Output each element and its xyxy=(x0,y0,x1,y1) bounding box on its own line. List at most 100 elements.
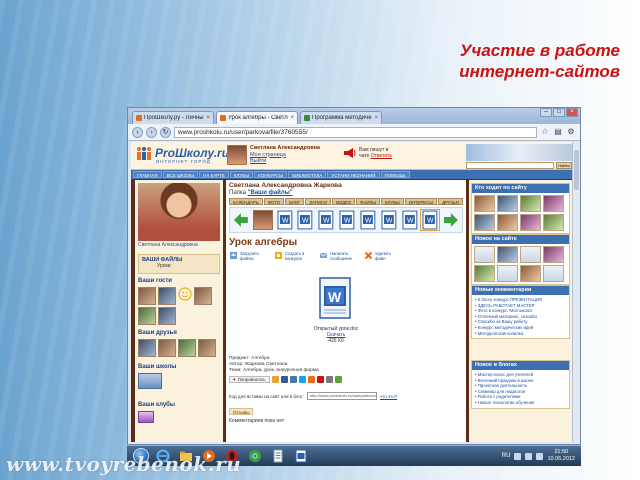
online-user-avatar[interactable] xyxy=(474,214,495,231)
window-close-icon[interactable]: × xyxy=(566,108,578,117)
profile-name[interactable]: Светлана Александровна xyxy=(138,242,198,248)
share-ok-icon[interactable] xyxy=(271,376,279,383)
taskbar-word-icon[interactable] xyxy=(292,448,310,464)
blog-link[interactable]: Новые технологии обучения xyxy=(475,400,566,406)
tab-video[interactable]: ВИДЕО xyxy=(332,198,356,205)
new-item-thumbnail[interactable] xyxy=(543,246,564,263)
guest-avatar[interactable] xyxy=(194,287,212,305)
tab-blog[interactable]: БЛОГ xyxy=(285,198,305,205)
online-user-avatar[interactable] xyxy=(497,214,518,231)
new-item-thumbnail[interactable] xyxy=(520,265,541,282)
site-logo[interactable]: ProШколу.ru xyxy=(135,146,229,160)
share-facebook-icon[interactable] xyxy=(280,376,288,383)
nav-item-clubs[interactable]: КЛУБЫ xyxy=(229,171,254,178)
reply-link[interactable]: Ответить xyxy=(371,153,392,159)
avatar[interactable] xyxy=(252,210,273,230)
close-icon[interactable]: × xyxy=(374,115,378,121)
tab-interests[interactable]: ИНТЕРЕСЫ xyxy=(404,198,438,205)
profile-photo[interactable] xyxy=(138,183,220,241)
tab-calendar[interactable]: КАЛЕНДАРЬ xyxy=(229,198,263,205)
word-document-icon[interactable]: W xyxy=(359,210,377,230)
minimize-icon[interactable]: – xyxy=(540,108,552,117)
word-document-icon[interactable]: W xyxy=(276,210,294,230)
tray-network-icon[interactable] xyxy=(525,452,533,460)
arrow-right-icon[interactable] xyxy=(442,211,460,229)
new-item-thumbnail[interactable] xyxy=(497,246,518,263)
browser-tab-1[interactable]: ПроШколу.ру - Личный блог × xyxy=(132,111,214,124)
new-item-thumbnail[interactable] xyxy=(543,265,564,282)
nav-item-contests[interactable]: КОНКУРСЫ xyxy=(254,171,288,178)
close-icon[interactable]: × xyxy=(206,115,210,121)
contest-action[interactable]: Создать в конкурсе xyxy=(274,251,309,261)
word-document-icon[interactable]: W xyxy=(338,210,356,230)
forward-arrow-icon[interactable]: › xyxy=(146,126,157,138)
share-mail-icon[interactable] xyxy=(307,376,315,383)
guest-avatar[interactable] xyxy=(138,287,156,305)
word-document-icon[interactable]: W xyxy=(296,210,314,230)
nav-item-schools[interactable]: ВСЕ ШКОЛЫ xyxy=(162,171,199,178)
online-user-avatar[interactable] xyxy=(474,195,495,212)
nav-item-ustanii[interactable]: УСТАНИ НЕЗНАНИЙ xyxy=(327,171,380,178)
new-item-thumbnail[interactable] xyxy=(520,246,541,263)
like-button[interactable]: ♥ Понравилось xyxy=(229,376,270,383)
tray-volume-icon[interactable] xyxy=(536,452,544,460)
nav-item-home[interactable]: ГЛАВНАЯ xyxy=(133,171,162,178)
club-icon[interactable] xyxy=(138,411,154,423)
back-arrow-icon[interactable]: ‹ xyxy=(132,126,143,138)
word-document-icon[interactable]: W xyxy=(380,210,398,230)
star-icon[interactable]: ☆ xyxy=(540,127,550,137)
system-clock[interactable]: 21:50 10.06.2012 xyxy=(547,449,575,463)
tab-photo[interactable]: ФОТО xyxy=(263,198,285,205)
school-building-icon[interactable] xyxy=(138,373,162,389)
tray-flag-icon[interactable] xyxy=(514,452,522,460)
new-item-thumbnail[interactable] xyxy=(474,246,495,263)
upload-files-action[interactable]: Загрузить файлы xyxy=(229,251,264,261)
folder-link[interactable]: "Ваши файлы" xyxy=(248,190,293,196)
new-item-thumbnail[interactable] xyxy=(474,265,495,282)
wrench-icon[interactable]: ⚙ xyxy=(566,127,576,137)
reviews-tab[interactable]: Отзывы xyxy=(229,408,254,415)
nav-item-library[interactable]: БИБЛИОТЕКА xyxy=(288,171,327,178)
url-input[interactable]: www.proshkolu.ru/user/parkova/file/37605… xyxy=(174,126,537,138)
share-twitter-icon[interactable] xyxy=(298,376,306,383)
new-item-thumbnail[interactable] xyxy=(497,265,518,282)
online-user-avatar[interactable] xyxy=(543,195,564,212)
online-user-avatar[interactable] xyxy=(543,214,564,231)
friend-avatar[interactable] xyxy=(198,339,216,357)
share-vk-icon[interactable] xyxy=(289,376,297,383)
language-indicator[interactable]: RU xyxy=(502,453,511,459)
nav-item-help[interactable]: ПОМОЩЬ xyxy=(380,171,410,178)
owner-name[interactable]: Светлана Александровна Жаркова xyxy=(229,182,342,189)
large-word-document-icon[interactable]: W xyxy=(316,276,356,322)
online-user-avatar[interactable] xyxy=(520,214,541,231)
scrollbar-thumb[interactable] xyxy=(574,150,579,190)
reload-icon[interactable]: ↻ xyxy=(160,126,171,138)
friend-avatar[interactable] xyxy=(178,339,196,357)
embed-help-link[interactable]: что это? xyxy=(380,394,397,399)
vertical-scrollbar[interactable] xyxy=(572,142,580,442)
share-more-icon[interactable] xyxy=(334,376,342,383)
share-link-icon[interactable] xyxy=(325,376,333,383)
nav-item-map[interactable]: НА КАРТЕ xyxy=(199,171,229,178)
embed-code-input[interactable]: http://www.proshkolu.ru/user/parkova xyxy=(306,392,377,400)
word-document-icon[interactable]: W xyxy=(317,210,335,230)
tab-records[interactable]: ЗАПИСИ xyxy=(305,198,332,205)
tab-files[interactable]: ФАЙЛЫ xyxy=(356,198,381,205)
arrow-left-icon[interactable] xyxy=(232,211,250,229)
share-ya-icon[interactable] xyxy=(316,376,324,383)
header-user-name[interactable]: Светлана Александровна xyxy=(250,145,320,152)
avatar[interactable] xyxy=(227,145,247,165)
taskbar-chrome-icon[interactable] xyxy=(246,448,264,464)
maximize-icon[interactable]: □ xyxy=(553,108,565,117)
friend-avatar[interactable] xyxy=(158,339,176,357)
delete-file-action[interactable]: Удалить файл xyxy=(364,251,399,261)
tab-friends[interactable]: ДРУЗЬЯ xyxy=(438,198,463,205)
page-menu-icon[interactable]: ▤ xyxy=(553,127,563,137)
files-subfolder[interactable]: Уроки xyxy=(139,263,219,269)
comment-link[interactable]: Методическая копилка xyxy=(475,331,566,337)
friend-avatar[interactable] xyxy=(138,339,156,357)
browser-tab-2[interactable]: Урок алгебры - Светлана × xyxy=(216,111,298,124)
browser-tab-3[interactable]: Программа методического × xyxy=(300,111,382,124)
search-button[interactable]: Найти xyxy=(556,162,572,169)
files-box[interactable]: ВАШИ ФАЙЛЫ Уроки xyxy=(138,254,220,274)
